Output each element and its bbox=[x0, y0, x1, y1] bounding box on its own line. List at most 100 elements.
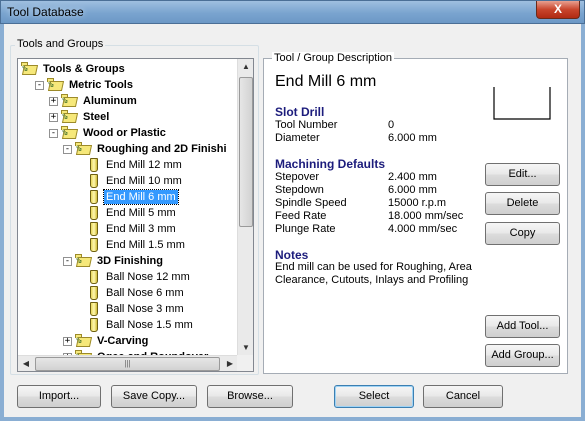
tool-tree[interactable]: ⇘ Tools & Groups - ⇘ Metric Tools + ⇘ Aluminum +… bbox=[17, 58, 254, 372]
plunge-rate-value: 4.000 mm/sec bbox=[388, 223, 458, 235]
stepdown-label: Stepdown bbox=[275, 184, 324, 196]
tool-number-value: 0 bbox=[388, 119, 395, 131]
feed-rate-label: Feed Rate bbox=[275, 210, 327, 222]
scroll-left-arrow-icon[interactable]: ◀ bbox=[18, 356, 34, 371]
tree-item-label: End Mill 6 mm bbox=[103, 189, 179, 205]
tree-item-label: End Mill 1.5 mm bbox=[106, 239, 185, 251]
scroll-corner bbox=[237, 355, 253, 371]
tree-group-item[interactable]: - ⇘ Wood or Plastic bbox=[49, 125, 168, 141]
tool-group-folder-icon: ⇘ bbox=[75, 142, 93, 156]
collapse-icon[interactable]: - bbox=[49, 128, 58, 138]
tool-group-folder-icon: ⇘ bbox=[21, 62, 39, 76]
end-mill-tool-icon bbox=[89, 174, 99, 188]
diameter-label: Diameter bbox=[275, 132, 320, 144]
notes-heading: Notes bbox=[275, 248, 309, 262]
tool-profile-preview bbox=[493, 87, 551, 120]
tree-tool-item[interactable]: Ball Nose 6 mm bbox=[77, 285, 186, 301]
tree-tool-item[interactable]: End Mill 3 mm bbox=[77, 221, 178, 237]
machining-defaults-heading: Machining Defaults bbox=[275, 157, 386, 171]
browse-button[interactable]: Browse... bbox=[207, 385, 293, 408]
window-title: Tool Database bbox=[7, 5, 84, 19]
collapse-icon[interactable]: - bbox=[63, 256, 72, 266]
tree-item-label: Metric Tools bbox=[69, 79, 133, 91]
tree-vertical-scrollbar[interactable]: ▲ ▼ bbox=[237, 59, 253, 356]
tree-tool-item[interactable]: Ball Nose 12 mm bbox=[77, 269, 192, 285]
end-mill-tool-icon bbox=[89, 206, 99, 220]
tree-viewport: ⇘ Tools & Groups - ⇘ Metric Tools + ⇘ Aluminum +… bbox=[18, 59, 238, 356]
tree-item-label: Roughing and 2D Finishi bbox=[97, 143, 227, 155]
tree-group-item[interactable]: + ⇘ V-Carving bbox=[63, 333, 150, 349]
cancel-button[interactable]: Cancel bbox=[423, 385, 503, 408]
tree-group-item[interactable]: - ⇘ 3D Finishing bbox=[63, 253, 165, 269]
tree-group-item[interactable]: + ⇘ Aluminum bbox=[49, 93, 139, 109]
tree-item-label: Wood or Plastic bbox=[83, 127, 166, 139]
spindle-speed-value: 15000 r.p.m bbox=[388, 197, 447, 209]
delete-button[interactable]: Delete bbox=[485, 192, 560, 215]
feed-rate-value: 18.000 mm/sec bbox=[388, 210, 464, 222]
tree-tool-item[interactable]: End Mill 12 mm bbox=[77, 157, 184, 173]
end-mill-tool-icon bbox=[89, 222, 99, 236]
collapse-icon[interactable]: - bbox=[35, 80, 44, 90]
hscroll-thumb[interactable]: ||| bbox=[35, 357, 220, 371]
expand-icon[interactable]: + bbox=[63, 336, 72, 346]
tree-group-item[interactable]: - ⇘ Roughing and 2D Finishi bbox=[63, 141, 229, 157]
end-mill-tool-icon bbox=[89, 190, 99, 204]
expand-icon[interactable]: + bbox=[49, 112, 58, 122]
collapse-icon[interactable]: - bbox=[63, 144, 72, 154]
tree-group-item[interactable]: - ⇘ Metric Tools bbox=[35, 77, 135, 93]
end-mill-tool-icon bbox=[89, 270, 99, 284]
add-group-button[interactable]: Add Group... bbox=[485, 344, 560, 367]
tool-group-folder-icon: ⇘ bbox=[61, 94, 79, 108]
diameter-value: 6.000 mm bbox=[388, 132, 437, 144]
tree-item-label: End Mill 10 mm bbox=[106, 175, 182, 187]
tools-groups-label: Tools and Groups bbox=[15, 38, 106, 50]
tree-horizontal-scrollbar[interactable]: ◀ ||| ▶ bbox=[18, 355, 238, 371]
plunge-rate-label: Plunge Rate bbox=[275, 223, 336, 235]
select-button[interactable]: Select bbox=[334, 385, 414, 408]
notes-text: End mill can be used for Roughing, Area … bbox=[275, 261, 472, 286]
add-tool-button[interactable]: Add Tool... bbox=[485, 315, 560, 338]
copy-button[interactable]: Copy bbox=[485, 222, 560, 245]
tree-tool-item[interactable]: Ball Nose 3 mm bbox=[77, 301, 186, 317]
tool-group-folder-icon: ⇘ bbox=[47, 78, 65, 92]
tree-item-label: Steel bbox=[83, 111, 110, 123]
tree-group-item[interactable]: + ⇘ Steel bbox=[49, 109, 111, 125]
edit-button[interactable]: Edit... bbox=[485, 163, 560, 186]
tool-number-label: Tool Number bbox=[275, 119, 338, 131]
tree-item-label: Ball Nose 12 mm bbox=[106, 271, 190, 283]
import-button[interactable]: Import... bbox=[17, 385, 101, 408]
tree-item-label: V-Carving bbox=[97, 335, 149, 347]
tree-item-label: Ball Nose 3 mm bbox=[106, 303, 184, 315]
scroll-right-arrow-icon[interactable]: ▶ bbox=[222, 356, 238, 371]
tree-item-label: Ball Nose 6 mm bbox=[106, 287, 184, 299]
tree-tool-item[interactable]: Ball Nose 1.5 mm bbox=[77, 317, 195, 333]
save-copy-button[interactable]: Save Copy... bbox=[111, 385, 197, 408]
scroll-up-arrow-icon[interactable]: ▲ bbox=[238, 59, 253, 75]
tree-item-label: Aluminum bbox=[83, 95, 137, 107]
tree-item-label: End Mill 5 mm bbox=[106, 207, 176, 219]
tool-title: End Mill 6 mm bbox=[275, 73, 377, 90]
stepdown-value: 6.000 mm bbox=[388, 184, 437, 196]
tree-item-label: Ball Nose 1.5 mm bbox=[106, 319, 193, 331]
tree-group-item[interactable]: ⇘ Tools & Groups bbox=[21, 61, 127, 77]
description-legend: Tool / Group Description bbox=[272, 52, 394, 64]
scroll-thumb[interactable] bbox=[239, 77, 253, 227]
end-mill-tool-icon bbox=[89, 158, 99, 172]
end-mill-tool-icon bbox=[89, 302, 99, 316]
expand-icon[interactable]: + bbox=[49, 96, 58, 106]
end-mill-tool-icon bbox=[89, 238, 99, 252]
tool-group-folder-icon: ⇘ bbox=[75, 254, 93, 268]
tree-item-label: 3D Finishing bbox=[97, 255, 163, 267]
scroll-down-arrow-icon[interactable]: ▼ bbox=[238, 340, 253, 356]
spindle-speed-label: Spindle Speed bbox=[275, 197, 347, 209]
close-button[interactable]: X bbox=[536, 1, 580, 19]
tool-group-folder-icon: ⇘ bbox=[75, 334, 93, 348]
tree-tool-item[interactable]: End Mill 1.5 mm bbox=[77, 237, 187, 253]
tree-tool-item[interactable]: End Mill 6 mm bbox=[77, 189, 179, 205]
end-mill-tool-icon bbox=[89, 318, 99, 332]
tree-item-label: End Mill 3 mm bbox=[106, 223, 176, 235]
title-bar: Tool Database X bbox=[0, 0, 585, 24]
tree-tool-item[interactable]: End Mill 5 mm bbox=[77, 205, 178, 221]
end-mill-tool-icon bbox=[89, 286, 99, 300]
tree-tool-item[interactable]: End Mill 10 mm bbox=[77, 173, 184, 189]
